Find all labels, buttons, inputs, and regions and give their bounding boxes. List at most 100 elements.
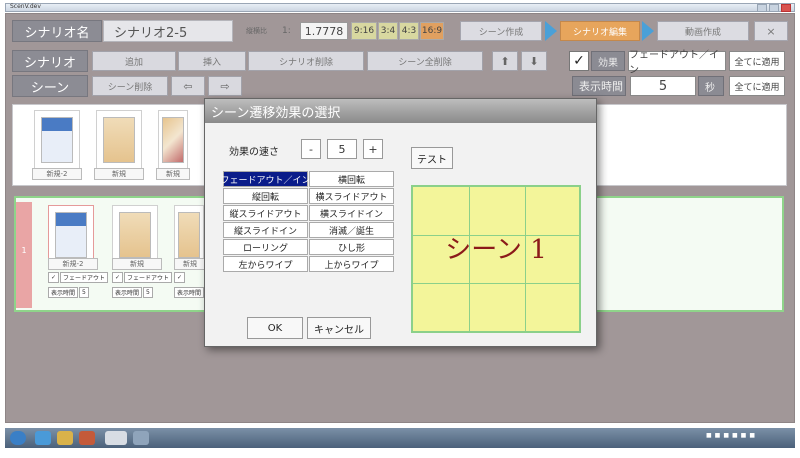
scene-label: 新規-2 (32, 168, 82, 180)
tray-icon[interactable]: ■ (741, 432, 747, 439)
window-close-icon[interactable] (781, 4, 791, 12)
speed-plus-button[interactable]: + (363, 139, 383, 159)
app-icon[interactable] (105, 431, 127, 445)
scene-image (119, 212, 151, 258)
transition-effect-dialog: シーン遷移効果の選択 効果の速さ - 5 + テスト フェードアウト／イン 横回転… (204, 98, 597, 347)
aspect-prefix: 1: (282, 26, 291, 36)
effect-option[interactable]: ローリング (223, 239, 308, 255)
display-time-unit: 秒 (698, 76, 724, 96)
close-button[interactable]: × (754, 21, 788, 41)
tray-icon[interactable]: ■ (715, 432, 721, 439)
speed-minus-button[interactable]: - (301, 139, 321, 159)
effect-option[interactable]: 横スライドイン (309, 205, 394, 221)
scene-image (162, 117, 184, 163)
arrow-down-icon[interactable]: ⬇ (521, 51, 547, 71)
scenario-name-label: シナリオ名 (12, 20, 102, 42)
scene-label: 新規 (156, 168, 190, 180)
start-icon[interactable] (10, 431, 26, 445)
effect-option[interactable]: 縦スライドイン (223, 222, 308, 238)
scene-bar-label: シーン (12, 75, 88, 97)
scenario-thumb[interactable] (174, 205, 204, 265)
effect-option[interactable]: 消滅／誕生 (309, 222, 394, 238)
scene-effect-row: ✓ (174, 272, 186, 283)
scene-effect-row: ✓ フェードアウト (48, 272, 109, 283)
effect-list: フェードアウト／イン 横回転 縦回転 横スライドアウト 縦スライドアウト 横スライドイン縦… (221, 171, 394, 272)
ok-button[interactable]: OK (247, 317, 303, 339)
arrow-up-icon[interactable]: ⬆ (492, 51, 518, 71)
window-title: ScenV.dev (10, 3, 41, 10)
display-time-label: 表示時間 (572, 76, 626, 96)
arrow-right-icon[interactable]: ⇨ (208, 76, 242, 96)
scene-effect-value[interactable]: フェードアウト (60, 272, 109, 283)
tray-icon[interactable]: ■ (723, 432, 729, 439)
scene-delete-button[interactable]: シーン削除 (92, 76, 168, 96)
effect-value[interactable]: フェードアウト／イン (628, 50, 726, 76)
effect-preview: シーン 1 (411, 185, 581, 333)
maximize-icon[interactable] (769, 4, 779, 12)
step-scenario-edit[interactable]: シナリオ編集 (560, 21, 640, 41)
apply-all-button-2[interactable]: 全てに適用 (729, 76, 785, 96)
scene-image (55, 212, 87, 258)
add-button[interactable]: 追加 (92, 51, 176, 71)
effect-checkbox[interactable]: ✓ (569, 51, 589, 71)
effect-option[interactable]: 縦回転 (223, 188, 308, 204)
folder-icon[interactable] (57, 431, 73, 445)
scene-time-value[interactable]: 5 (79, 287, 89, 298)
tray-icon[interactable]: ■ (749, 432, 755, 439)
insert-button[interactable]: 挿入 (178, 51, 246, 71)
ratio-16-9[interactable]: 16:9 (420, 22, 444, 40)
scene-delete-all-button[interactable]: シーン全削除 (367, 51, 483, 71)
effect-option[interactable]: 横スライドアウト (309, 188, 394, 204)
scene-thumb[interactable] (96, 110, 142, 170)
step-video-create[interactable]: 動画作成 (657, 21, 749, 41)
scene-effect-value[interactable]: フェードアウト (124, 272, 173, 283)
scene-effect-row: ✓ フェードアウト (112, 272, 173, 283)
check-icon[interactable]: ✓ (48, 272, 60, 283)
scene-time-row: 表示時間 5 (112, 287, 153, 298)
step-arrow-icon (642, 21, 654, 41)
speed-label: 効果の速さ (229, 147, 279, 158)
effect-option[interactable]: 上からワイプ (309, 256, 394, 272)
tray-icon[interactable]: ■ (732, 432, 738, 439)
effect-option[interactable]: フェードアウト／イン (221, 171, 311, 187)
scene-label: 新規 (112, 258, 162, 270)
scene-thumb[interactable] (34, 110, 80, 170)
browser-icon[interactable] (35, 431, 51, 445)
window-controls (757, 4, 791, 12)
cancel-button[interactable]: キャンセル (307, 317, 371, 339)
scenario-thumb[interactable] (112, 205, 158, 265)
effect-option[interactable]: 左からワイプ (223, 256, 308, 272)
scene-label: 新規 (94, 168, 144, 180)
app-icon-2[interactable] (133, 431, 149, 445)
taskbar: ■ ■ ■ ■ ■ ■ (5, 428, 795, 448)
arrow-left-icon[interactable]: ⇦ (171, 76, 205, 96)
check-icon[interactable]: ✓ (112, 272, 124, 283)
effect-option[interactable]: ひし形 (309, 239, 394, 255)
scenario-thumb[interactable] (48, 205, 94, 265)
ratio-4-3[interactable]: 4:3 (399, 22, 419, 40)
apply-all-button[interactable]: 全てに適用 (729, 51, 785, 71)
scene-label: 新規-2 (48, 258, 98, 270)
scenario-name-field[interactable]: シナリオ2-5 (103, 20, 233, 42)
aspect-label: 縦横比 (246, 27, 267, 35)
effect-option[interactable]: 横回転 (309, 171, 394, 187)
aspect-value-field[interactable]: 1.7778 (300, 22, 348, 40)
test-button[interactable]: テスト (411, 147, 453, 169)
step-scene-create[interactable]: シーン作成 (460, 21, 542, 41)
speed-value[interactable]: 5 (327, 139, 357, 159)
system-tray: ■ ■ ■ ■ ■ ■ (706, 432, 755, 439)
scenario-delete-button[interactable]: シナリオ削除 (248, 51, 364, 71)
display-time-value[interactable]: 5 (630, 76, 696, 96)
scenario-number: 1 (16, 202, 32, 308)
preview-text: シーン 1 (445, 235, 547, 265)
check-icon[interactable]: ✓ (174, 272, 186, 283)
scene-time-value[interactable]: 5 (143, 287, 153, 298)
tray-icon[interactable]: ■ (706, 432, 712, 439)
scene-time-row: 表示時間 5 (48, 287, 89, 298)
ratio-3-4[interactable]: 3:4 (378, 22, 398, 40)
effect-option[interactable]: 縦スライドアウト (223, 205, 308, 221)
scene-thumb[interactable] (158, 110, 188, 170)
minimize-icon[interactable] (757, 4, 767, 12)
media-icon[interactable] (79, 431, 95, 445)
ratio-9-16[interactable]: 9:16 (351, 22, 377, 40)
